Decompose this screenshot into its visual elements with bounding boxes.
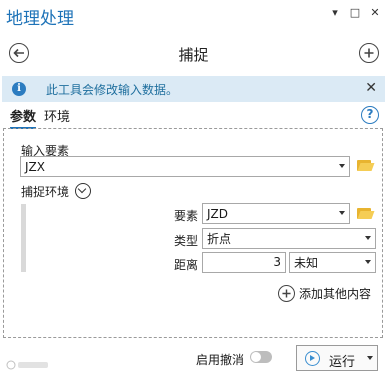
browse-folder-icon[interactable]	[357, 159, 375, 171]
add-circle-icon[interactable]	[359, 43, 379, 63]
pane-controls: ▾ □ ✕	[329, 6, 381, 19]
watermark-logo	[6, 359, 50, 374]
run-play-icon	[305, 351, 320, 366]
snap-type-label: 类型	[174, 234, 199, 248]
pane-close-icon[interactable]: ✕	[369, 6, 381, 19]
snap-distance-input[interactable]: 3	[202, 252, 286, 273]
input-features-value: JZX	[25, 159, 45, 174]
info-banner: i 此工具会修改输入数据。 ✕	[2, 76, 385, 102]
tab-parameters[interactable]: 参数	[10, 106, 37, 129]
tool-title: 捕捉	[178, 46, 209, 64]
snap-environment-label: 捕捉环境	[21, 185, 70, 199]
pane-restore-icon[interactable]: □	[349, 6, 361, 19]
snap-distance-unit-value: 未知	[294, 256, 319, 270]
chevron-down-icon	[365, 260, 371, 264]
snap-feature-dropdown[interactable]: JZD	[202, 203, 350, 224]
chevron-down-icon	[339, 211, 345, 215]
info-icon: i	[12, 82, 26, 96]
run-label: 运行	[329, 355, 356, 370]
add-circle-icon	[278, 285, 295, 302]
browse-folder-icon[interactable]	[357, 207, 375, 219]
chevron-down-icon	[365, 236, 371, 240]
expand-chevron-icon[interactable]	[75, 183, 91, 199]
snap-feature-value: JZD	[207, 206, 228, 221]
enable-undo-toggle[interactable]	[250, 351, 272, 363]
add-more-label: 添加其他内容	[299, 287, 372, 301]
help-icon[interactable]: ?	[361, 106, 379, 124]
banner-close-icon[interactable]: ✕	[365, 80, 377, 96]
tool-header: 捕捉	[0, 36, 387, 72]
banner-message: 此工具会修改输入数据。	[46, 83, 179, 97]
add-more-button[interactable]: 添加其他内容	[278, 285, 371, 302]
enable-undo-label: 启用撤消	[196, 353, 245, 367]
pane-title: 地理处理	[6, 9, 74, 29]
snap-type-dropdown[interactable]: 折点	[202, 228, 376, 249]
snap-feature-label: 要素	[174, 209, 199, 223]
snap-distance-label: 距离	[174, 258, 199, 272]
tab-strip: 参数 环境	[10, 106, 70, 129]
run-button[interactable]: 运行	[296, 345, 378, 371]
pane-menu-icon[interactable]: ▾	[329, 6, 341, 19]
chevron-down-icon	[339, 164, 345, 168]
snap-distance-unit-dropdown[interactable]: 未知	[289, 252, 376, 273]
snap-group-indent-bar	[21, 204, 26, 272]
tab-environments[interactable]: 环境	[44, 106, 70, 129]
snap-type-value: 折点	[207, 232, 232, 246]
run-options-chevron-icon[interactable]	[367, 356, 373, 360]
input-features-dropdown[interactable]: JZX	[20, 156, 350, 177]
